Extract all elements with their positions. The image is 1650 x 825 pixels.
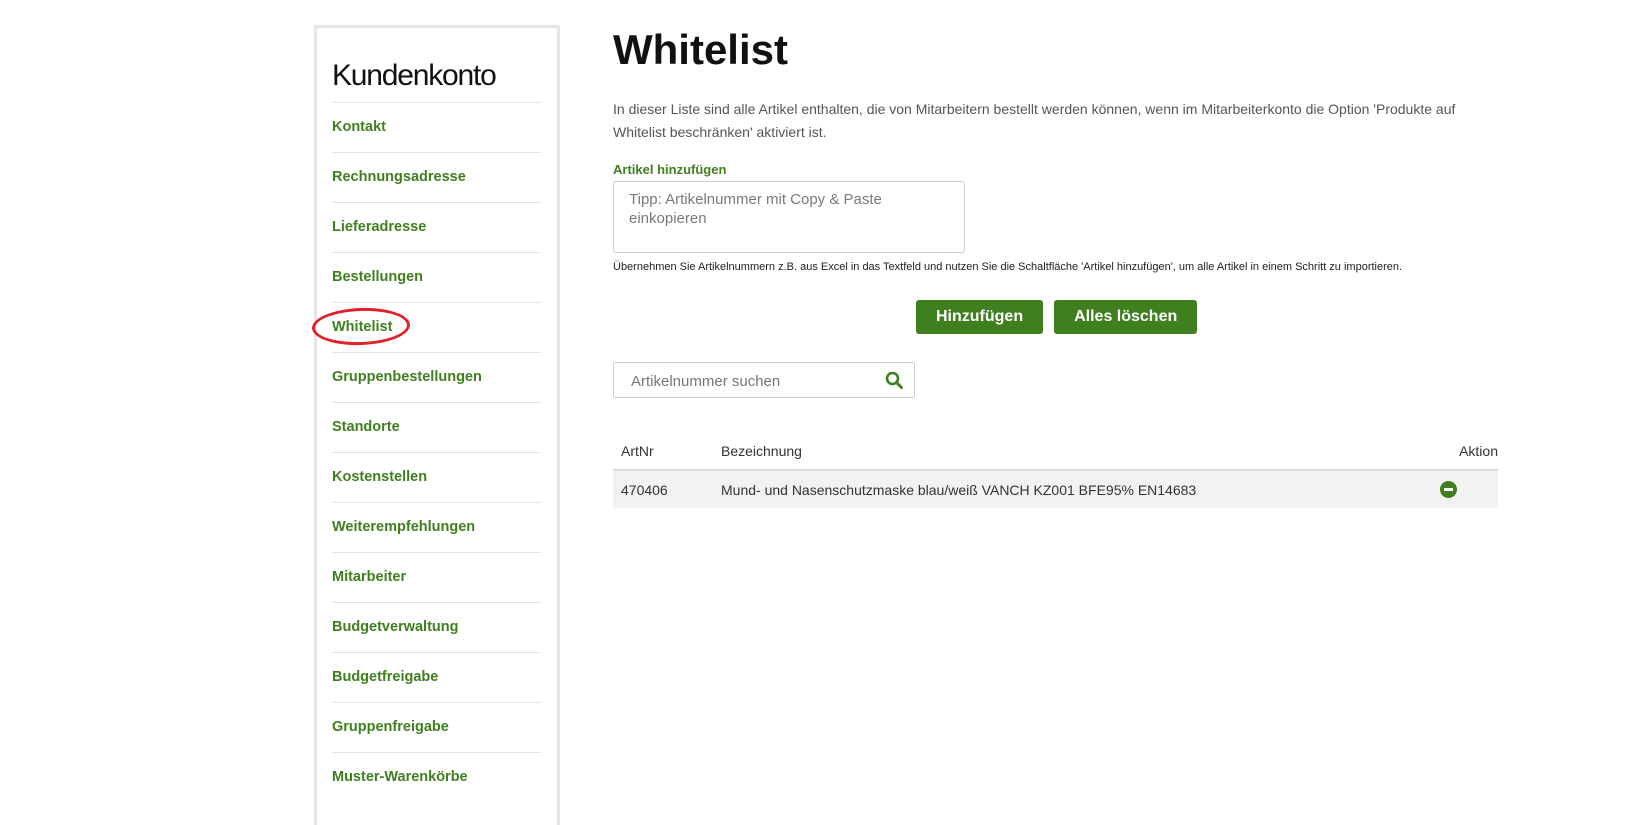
cell-action — [1432, 470, 1498, 508]
sidebar-item-label: Mitarbeiter — [332, 569, 407, 585]
article-search — [613, 362, 915, 398]
sidebar-item-label: Whitelist — [332, 319, 393, 335]
whitelist-main: Whitelist In dieser Liste sind alle Arti… — [613, 22, 1503, 508]
search-icon[interactable] — [885, 371, 903, 389]
import-hint-text: Übernehmen Sie Artikelnummern z.B. aus E… — [613, 261, 1403, 273]
sidebar-item-gruppenfreigabe[interactable]: Gruppenfreigabe — [332, 702, 541, 752]
remove-icon[interactable] — [1440, 481, 1457, 499]
sidebar-nav: Kontakt Rechnungsadresse Lieferadresse B… — [332, 102, 541, 802]
add-article-label: Artikel hinzufügen — [613, 162, 727, 177]
sidebar-item-label: Standorte — [332, 419, 400, 435]
page-title: Whitelist — [613, 26, 788, 73]
sidebar-item-kontakt[interactable]: Kontakt — [332, 102, 541, 152]
sidebar-item-budgetfreigabe[interactable]: Budgetfreigabe — [332, 652, 541, 702]
column-header-artnr[interactable]: ArtNr — [613, 432, 713, 471]
sidebar-item-label: Gruppenfreigabe — [332, 719, 449, 735]
clear-all-button[interactable]: Alles löschen — [1054, 300, 1198, 334]
sidebar-item-kostenstellen[interactable]: Kostenstellen — [332, 452, 541, 502]
intro-text: In dieser Liste sind alle Artikel enthal… — [613, 101, 1456, 140]
search-input[interactable] — [629, 364, 873, 398]
sidebar-item-label: Budgetverwaltung — [332, 619, 459, 635]
table-header-row: ArtNr Bezeichnung Aktion — [613, 432, 1498, 471]
add-article-textarea[interactable] — [613, 181, 965, 253]
sidebar-item-lieferadresse[interactable]: Lieferadresse — [332, 202, 541, 252]
sidebar-item-label: Muster-Warenkörbe — [332, 769, 468, 785]
column-header-name[interactable]: Bezeichnung — [713, 432, 1432, 471]
sidebar-item-budgetverwaltung[interactable]: Budgetverwaltung — [332, 602, 541, 652]
sidebar-item-label: Bestellungen — [332, 269, 424, 285]
sidebar-item-label: Kostenstellen — [332, 469, 428, 485]
column-header-action: Aktion — [1432, 432, 1498, 471]
sidebar-item-whitelist[interactable]: Whitelist — [332, 302, 541, 352]
sidebar-item-label: Rechnungsadresse — [332, 169, 466, 185]
sidebar-item-weiterempfehlungen[interactable]: Weiterempfehlungen — [332, 502, 541, 552]
whitelist-table: ArtNr Bezeichnung Aktion 470406 Mund- un… — [613, 432, 1498, 508]
sidebar-item-gruppenbestellungen[interactable]: Gruppenbestellungen — [332, 352, 541, 402]
sidebar-item-label: Lieferadresse — [332, 219, 427, 235]
sidebar-item-muster-warenkoerbe[interactable]: Muster-Warenkörbe — [332, 752, 541, 802]
sidebar-item-mitarbeiter[interactable]: Mitarbeiter — [332, 552, 541, 602]
add-button[interactable]: Hinzufügen — [916, 300, 1044, 334]
sidebar-item-label: Kontakt — [332, 119, 386, 135]
sidebar-item-label: Weiterempfehlungen — [332, 519, 476, 535]
sidebar-item-label: Budgetfreigabe — [332, 669, 439, 685]
sidebar-item-rechnungsadresse[interactable]: Rechnungsadresse — [332, 152, 541, 202]
action-buttons: Hinzufügen Alles löschen — [613, 300, 1503, 334]
sidebar-item-label: Gruppenbestellungen — [332, 369, 482, 385]
account-sidebar: Kundenkonto Kontakt Rechnungsadresse Lie… — [314, 25, 560, 825]
sidebar-title: Kundenkonto — [332, 59, 497, 92]
cell-artnr: 470406 — [613, 470, 713, 508]
table-row: 470406 Mund- und Nasenschutzmaske blau/w… — [613, 470, 1498, 508]
sidebar-item-bestellungen[interactable]: Bestellungen — [332, 252, 541, 302]
cell-name: Mund- und Nasenschutzmaske blau/weiß VAN… — [713, 470, 1432, 508]
sidebar-item-standorte[interactable]: Standorte — [332, 402, 541, 452]
